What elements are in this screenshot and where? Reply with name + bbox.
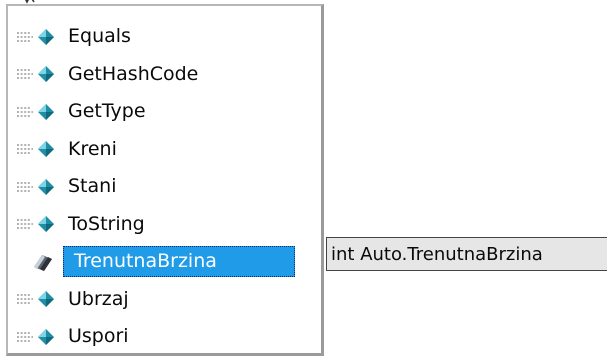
method-icon [17,141,54,158]
member-item-gettype[interactable]: GetType [8,93,321,131]
member-label: Kreni [68,137,117,160]
method-icon [17,178,54,195]
member-label: ToString [68,212,145,235]
member-label: Stani [68,175,117,198]
member-label: GetHashCode [68,62,199,85]
method-icon [17,328,54,345]
member-item-stani[interactable]: Stani [8,168,321,206]
member-item-kreni[interactable]: Kreni [8,131,321,169]
member-item-equals[interactable]: Equals [8,18,321,56]
member-item-ubrzaj[interactable]: Ubrzaj [8,281,321,319]
method-icon [17,291,54,308]
member-label: Ubrzaj [68,287,129,310]
member-list: Equals GetHashCode GetType Kreni Stani T… [8,18,321,356]
editor-area: Equals GetHashCode GetType Kreni Stani T… [0,0,607,363]
member-label: TrenutnaBrzina [74,250,217,273]
member-item-tostring[interactable]: ToString [8,206,321,244]
method-icon [17,28,54,45]
member-item-trenutnabrzina[interactable]: TrenutnaBrzina [8,243,321,281]
member-item-uspori[interactable]: Uspori [8,318,321,356]
member-tooltip: int Auto.TrenutnaBrzina [326,237,607,271]
property-icon [34,254,52,271]
member-label: Uspori [68,325,129,348]
method-icon [17,103,54,120]
method-icon [17,66,54,83]
member-label: GetType [68,100,146,123]
method-icon [17,216,54,233]
intellisense-popup[interactable]: Equals GetHashCode GetType Kreni Stani T… [6,4,324,356]
member-label: Equals [68,25,131,48]
member-item-gethashcode[interactable]: GetHashCode [8,56,321,94]
